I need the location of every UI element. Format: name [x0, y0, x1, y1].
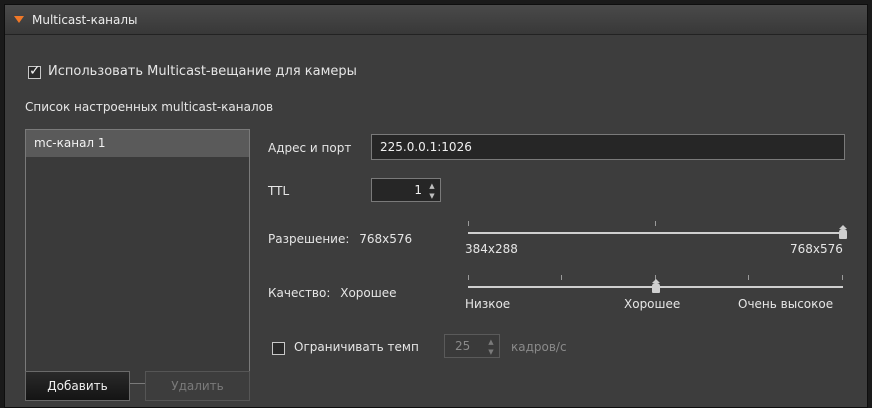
slider-tick	[561, 275, 562, 280]
resolution-track[interactable]	[468, 232, 843, 234]
channel-name: mc-канал 1	[34, 136, 106, 150]
address-input[interactable]: 225.0.0.1:1026	[371, 134, 845, 160]
ttl-label: TTL	[268, 184, 290, 198]
use-multicast-label[interactable]: Использовать Multicast-вещание для камер…	[48, 64, 357, 79]
channel-list-title: Список настроенных multicast-каналов	[25, 100, 274, 114]
resolution-value: 768x576	[359, 232, 413, 246]
slider-tick	[842, 275, 843, 280]
ttl-stepper[interactable]: 1 ▲ ▼	[371, 178, 441, 202]
quality-thumb[interactable]	[651, 279, 660, 293]
quality-tick-low: Низкое	[465, 297, 511, 311]
collapse-arrow-icon[interactable]	[14, 16, 24, 23]
chevron-up-icon[interactable]: ▲	[427, 181, 437, 191]
panel-header[interactable]: Multicast-каналы	[5, 5, 867, 35]
add-button-label: Добавить	[47, 379, 108, 393]
resolution-max-label: 768x576	[790, 242, 843, 256]
chevron-down-icon: ▼	[488, 348, 494, 356]
list-item[interactable]: mc-канал 1	[26, 130, 249, 157]
chevron-up-icon: ▲	[488, 338, 494, 346]
fps-limit-checkbox[interactable]	[272, 342, 285, 355]
address-value: 225.0.0.1:1026	[380, 140, 472, 154]
slider-tick	[748, 275, 749, 280]
ttl-arrows[interactable]: ▲ ▼	[427, 181, 437, 201]
fps-limit-label[interactable]: Ограничивать темп	[294, 340, 419, 354]
slider-tick	[468, 221, 469, 226]
add-button[interactable]: Добавить	[25, 371, 130, 401]
quality-tick-very-high: Очень высокое	[738, 297, 834, 311]
resolution-min-label: 384x288	[465, 242, 518, 256]
panel-title: Multicast-каналы	[32, 12, 138, 27]
fps-unit: кадров/с	[511, 340, 567, 354]
quality-tick-good: Хорошее	[624, 297, 681, 311]
fps-value: 25	[455, 339, 471, 353]
fps-arrows: ▲ ▼	[486, 337, 496, 357]
fps-stepper: 25 ▲ ▼	[444, 334, 500, 358]
resolution-label-text: Разрешение:	[268, 232, 350, 246]
ttl-value: 1	[414, 183, 422, 197]
channel-list[interactable]: mc-канал 1	[25, 129, 250, 384]
chevron-down-icon[interactable]: ▼	[427, 191, 437, 201]
quality-label-text: Качество:	[268, 286, 331, 300]
resolution-thumb[interactable]	[839, 225, 847, 239]
address-label: Адрес и порт	[268, 141, 352, 155]
resolution-label: Разрешение: 768x576	[268, 232, 412, 246]
delete-button: Удалить	[145, 371, 250, 401]
slider-tick	[468, 275, 469, 280]
multicast-panel: Multicast-каналы Использовать Multicast-…	[4, 4, 868, 408]
delete-button-label: Удалить	[171, 379, 224, 393]
quality-value: Хорошее	[340, 286, 397, 300]
quality-label: Качество: Хорошее	[268, 286, 397, 300]
use-multicast-checkbox[interactable]	[28, 63, 41, 79]
slider-tick	[655, 221, 656, 226]
